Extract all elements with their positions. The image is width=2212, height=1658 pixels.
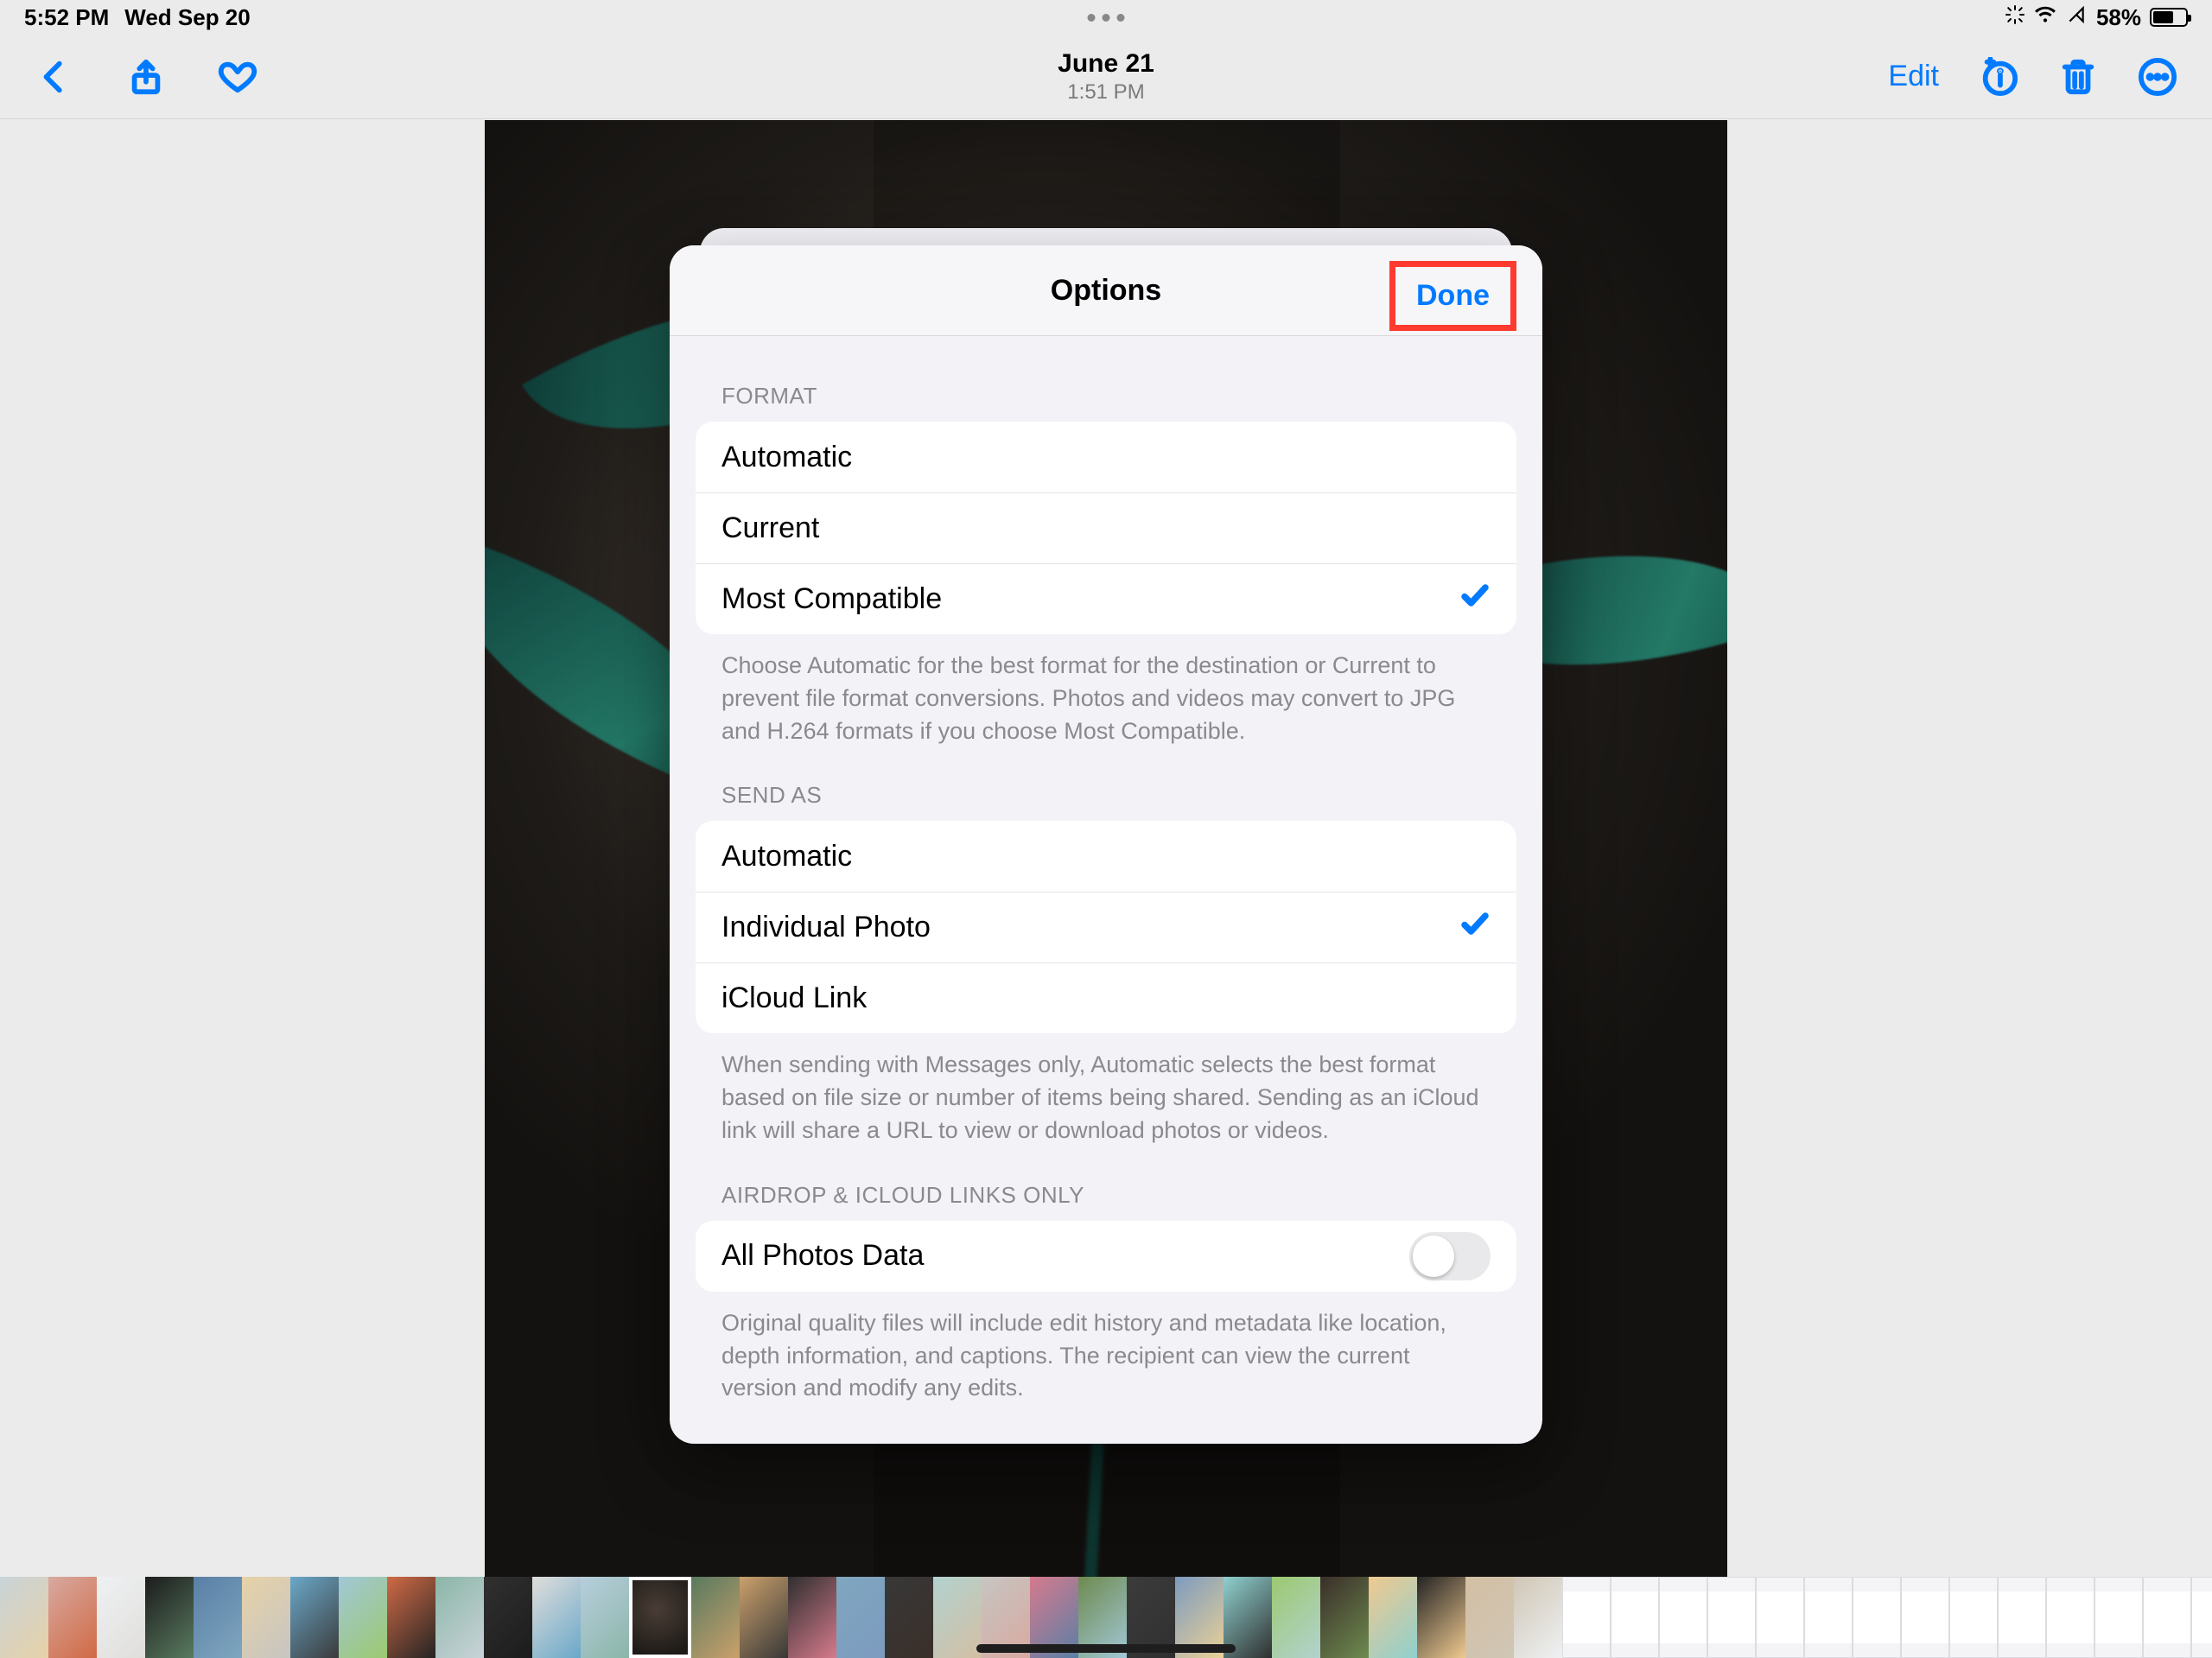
modal-header: Options Done	[670, 245, 1542, 336]
checkmark-icon	[1459, 580, 1491, 619]
battery-pct: 58%	[2096, 4, 2141, 31]
thumbnail[interactable]	[0, 1577, 48, 1658]
section-header-format: FORMAT	[721, 383, 1516, 410]
photo-timestamp[interactable]: June 21 1:51 PM	[1058, 49, 1154, 105]
format-row-most-compatible[interactable]: Most Compatible	[696, 563, 1516, 634]
nav-bar: June 21 1:51 PM Edit	[0, 35, 2212, 119]
format-list: Automatic Current Most Compatible	[696, 422, 1516, 634]
favorite-button[interactable]	[218, 57, 257, 97]
status-icons: 58%	[2005, 3, 2188, 32]
format-footer: Choose Automatic for the best format for…	[721, 650, 1491, 747]
row-label: Automatic	[721, 840, 852, 873]
format-row-current[interactable]: Current	[696, 492, 1516, 563]
thumbnail[interactable]	[1756, 1577, 1804, 1658]
trash-button[interactable]	[2058, 57, 2098, 97]
thumbnail[interactable]	[1272, 1577, 1320, 1658]
thumbnail[interactable]	[2143, 1577, 2191, 1658]
row-label: Most Compatible	[721, 582, 942, 616]
thumbnail[interactable]	[2094, 1577, 2143, 1658]
thumbnail[interactable]	[1901, 1577, 1949, 1658]
thumbnail[interactable]	[1804, 1577, 1853, 1658]
thumbnail[interactable]	[581, 1577, 629, 1658]
photo-date: June 21	[1058, 49, 1154, 79]
send-as-footer: When sending with Messages only, Automat…	[721, 1049, 1491, 1147]
thumbnail[interactable]	[194, 1577, 242, 1658]
send-as-list: Automatic Individual Photo iCloud Link	[696, 821, 1516, 1033]
airdrop-footer: Original quality files will include edit…	[721, 1307, 1491, 1405]
done-button[interactable]: Done	[1389, 261, 1516, 331]
row-label: Current	[721, 511, 819, 545]
options-modal: Options Done FORMAT Automatic Current Mo…	[670, 245, 1542, 1444]
thumbnail[interactable]	[2191, 1577, 2212, 1658]
share-button[interactable]	[126, 57, 166, 97]
thumbnail[interactable]	[1998, 1577, 2046, 1658]
activity-icon	[2005, 4, 2025, 31]
thumbnail[interactable]	[885, 1577, 933, 1658]
thumbnail[interactable]	[484, 1577, 532, 1658]
thumbnail[interactable]	[740, 1577, 788, 1658]
thumbnail[interactable]	[145, 1577, 194, 1658]
location-icon	[2065, 3, 2088, 32]
thumbnail[interactable]	[1417, 1577, 1465, 1658]
back-button[interactable]	[35, 57, 74, 97]
multitask-dots[interactable]	[1088, 14, 1125, 22]
thumbnail[interactable]	[1707, 1577, 1756, 1658]
edit-button[interactable]: Edit	[1888, 60, 1939, 93]
checkmark-icon	[1459, 908, 1491, 947]
info-button[interactable]	[1979, 57, 2018, 97]
thumbnail[interactable]	[836, 1577, 885, 1658]
thumbnail[interactable]	[1514, 1577, 1562, 1658]
send-as-row-icloud-link[interactable]: iCloud Link	[696, 962, 1516, 1033]
photo-time: 1:51 PM	[1058, 80, 1154, 105]
status-bar: 5:52 PM Wed Sep 20 58%	[0, 0, 2212, 35]
row-label: All Photos Data	[721, 1239, 924, 1273]
section-header-send-as: SEND AS	[721, 782, 1516, 809]
thumbnail[interactable]	[788, 1577, 836, 1658]
done-label: Done	[1416, 279, 1490, 312]
thumbnail[interactable]	[2046, 1577, 2094, 1658]
thumbnail[interactable]	[1659, 1577, 1707, 1658]
thumbnail[interactable]	[629, 1577, 691, 1658]
wifi-icon	[2034, 3, 2056, 32]
battery-icon	[2150, 8, 2188, 27]
thumbnail[interactable]	[532, 1577, 581, 1658]
thumbnail[interactable]	[339, 1577, 387, 1658]
modal-title: Options	[1051, 274, 1161, 308]
row-label: Automatic	[721, 441, 852, 474]
thumbnail[interactable]	[48, 1577, 97, 1658]
format-row-automatic[interactable]: Automatic	[696, 422, 1516, 492]
thumbnail[interactable]	[1369, 1577, 1417, 1658]
airdrop-row-all-photos-data[interactable]: All Photos Data	[696, 1221, 1516, 1292]
thumbnail[interactable]	[97, 1577, 145, 1658]
send-as-row-automatic[interactable]: Automatic	[696, 821, 1516, 892]
section-header-airdrop: AIRDROP & ICLOUD LINKS ONLY	[721, 1182, 1516, 1209]
all-photos-data-toggle[interactable]	[1409, 1232, 1491, 1280]
row-label: iCloud Link	[721, 981, 867, 1015]
thumbnail[interactable]	[242, 1577, 290, 1658]
more-button[interactable]	[2138, 57, 2177, 97]
thumbnail[interactable]	[933, 1577, 982, 1658]
thumbnail[interactable]	[1320, 1577, 1369, 1658]
thumbnail[interactable]	[1465, 1577, 1514, 1658]
status-time: 5:52 PM	[24, 4, 109, 31]
airdrop-list: All Photos Data	[696, 1221, 1516, 1292]
thumbnail[interactable]	[435, 1577, 484, 1658]
thumbnail[interactable]	[387, 1577, 435, 1658]
home-indicator[interactable]	[976, 1644, 1236, 1653]
thumbnail[interactable]	[290, 1577, 339, 1658]
thumbnail[interactable]	[1562, 1577, 1611, 1658]
thumbnail[interactable]	[691, 1577, 740, 1658]
thumbnail[interactable]	[1853, 1577, 1901, 1658]
status-date: Wed Sep 20	[124, 4, 250, 31]
row-label: Individual Photo	[721, 911, 931, 944]
send-as-row-individual-photo[interactable]: Individual Photo	[696, 892, 1516, 962]
thumbnail[interactable]	[1611, 1577, 1659, 1658]
thumbnail[interactable]	[1949, 1577, 1998, 1658]
